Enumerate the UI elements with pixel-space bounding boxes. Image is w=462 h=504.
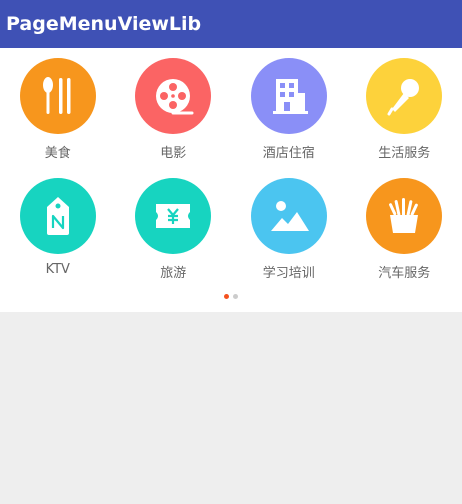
menu-item-label: 生活服务	[378, 146, 431, 161]
menu-icon-circle	[19, 58, 96, 134]
ticket-icon	[156, 204, 191, 228]
landscape-image-icon	[270, 201, 309, 231]
menu-icon-circle	[366, 178, 443, 254]
menu-grid: 美食 电影 酒店住宿 生活服务 KTV 旅游 学习培训 汽车服务	[0, 58, 462, 286]
menu-icon-circle	[250, 178, 327, 254]
menu-item-label: 汽车服务	[378, 266, 431, 281]
menu-item-label: 美食	[44, 146, 71, 161]
menu-item-label: 旅游	[160, 266, 187, 281]
menu-item-ktv[interactable]: KTV	[0, 178, 116, 286]
menu-item-car-service[interactable]: 汽车服务	[347, 178, 462, 286]
menu-icon-circle	[135, 178, 212, 254]
menu-icon-circle	[19, 178, 96, 254]
fries-icon	[389, 198, 419, 233]
app-title: PageMenuViewLib	[6, 13, 202, 35]
menu-item-study[interactable]: 学习培训	[231, 178, 347, 286]
menu-item-life-service[interactable]: 生活服务	[347, 58, 462, 166]
menu-icon-circle	[135, 58, 212, 134]
menu-item-label: 学习培训	[262, 266, 315, 281]
menu-panel: 美食 电影 酒店住宿 生活服务 KTV 旅游 学习培训 汽车服务	[0, 48, 462, 312]
app-bar: PageMenuViewLib	[0, 0, 462, 48]
menu-icon-circle	[250, 58, 327, 134]
menu-item-label: KTV	[45, 262, 70, 277]
page-indicator	[0, 294, 462, 299]
tag-icon	[46, 197, 69, 235]
hotel-building-icon	[272, 79, 308, 114]
utensils-icon	[42, 77, 71, 114]
film-reel-icon	[156, 79, 194, 115]
menu-item-label: 电影	[160, 146, 187, 161]
menu-item-label: 酒店住宿	[262, 146, 315, 161]
menu-icon-circle	[366, 58, 443, 134]
menu-item-food[interactable]: 美食	[0, 58, 116, 166]
menu-item-hotel[interactable]: 酒店住宿	[231, 58, 347, 166]
menu-item-travel[interactable]: 旅游	[116, 178, 232, 286]
microphone-icon	[387, 79, 420, 116]
page-dot-inactive[interactable]	[233, 294, 238, 299]
menu-item-movie[interactable]: 电影	[116, 58, 232, 166]
page-dot-active[interactable]	[224, 294, 229, 299]
